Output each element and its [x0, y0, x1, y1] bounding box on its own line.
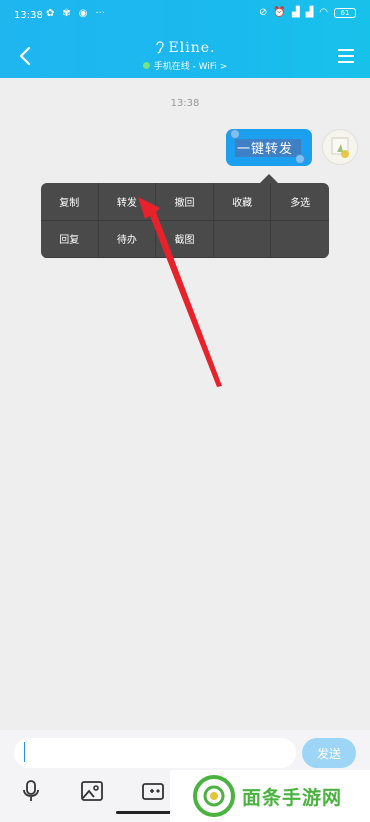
send-button[interactable]: 发送 [302, 738, 356, 768]
chat-title-area[interactable]: Eline. 手机在线 - WiFi > [0, 40, 370, 72]
wifi-icon: ◠ [319, 7, 328, 18]
mute-icon: ⊘ [259, 7, 268, 18]
notification-icons: ✿ ✾ ◉ ··· [46, 8, 105, 19]
menu-item-reply[interactable]: 回复 [41, 220, 99, 258]
chat-header: 13:38 ✿ ✾ ◉ ··· ⊘ ⏰ ▟ ▟ ◠ 61 Eline. 手机在线… [0, 0, 370, 78]
contact-name: Eline. [168, 40, 216, 56]
microphone-icon[interactable] [19, 779, 43, 803]
avatar[interactable] [322, 129, 358, 165]
message-text[interactable]: 一键转发 [237, 138, 293, 157]
menu-item-favorite[interactable]: 收藏 [213, 183, 272, 221]
menu-item-copy[interactable]: 复制 [41, 183, 99, 221]
watermark-text: 面条手游网 [242, 786, 343, 809]
message-context-menu: 复制 转发 撤回 收藏 多选 回复 待办 截图 [41, 183, 329, 258]
menu-item-todo[interactable]: 待办 [98, 220, 157, 258]
menu-item-empty [271, 221, 329, 258]
message-bubble[interactable]: 一键转发 [226, 129, 312, 166]
signal-icon: ▟ [291, 7, 300, 18]
system-icons: ⊘ ⏰ ▟ ▟ ◠ 61 [259, 7, 356, 18]
image-icon[interactable] [80, 779, 104, 803]
app-notification-icon: ✿ [46, 8, 55, 19]
app-notification-icon: ✾ [62, 8, 71, 19]
menu-item-forward[interactable]: 转发 [98, 183, 157, 221]
avatar-image [331, 137, 349, 158]
selection-handle-end[interactable] [295, 154, 305, 164]
app-notification-icon: ◉ [78, 8, 88, 19]
menu-button[interactable] [336, 46, 356, 66]
watermark: 面条手游网 [170, 770, 370, 822]
camera-icon[interactable] [141, 779, 165, 803]
online-status: 手机在线 - WiFi > [0, 59, 370, 72]
message-input[interactable] [14, 738, 296, 768]
message-timestamp: 13:38 [170, 98, 200, 109]
ear-icon [155, 41, 164, 54]
status-bar: 13:38 ✿ ✾ ◉ ··· ⊘ ⏰ ▟ ▟ ◠ 61 [0, 0, 370, 32]
signal-icon: ▟ [305, 7, 314, 18]
more-notifications: ··· [95, 8, 106, 19]
battery-icon: 61 [334, 7, 356, 18]
alarm-icon: ⏰ [273, 7, 286, 18]
chevron-right-icon: > [219, 62, 228, 72]
menu-item-empty [213, 220, 272, 258]
menu-caret [260, 174, 278, 183]
text-cursor [24, 742, 25, 762]
selection-handle-start[interactable] [230, 129, 240, 139]
menu-item-screenshot[interactable]: 截图 [156, 220, 214, 258]
menu-item-multiselect[interactable]: 多选 [271, 183, 329, 221]
watermark-logo [193, 775, 235, 817]
status-time: 13:38 [14, 10, 43, 21]
annotation-arrow [138, 197, 222, 387]
message-input-bar: 发送 [0, 730, 370, 775]
menu-item-recall[interactable]: 撤回 [156, 183, 214, 221]
online-dot-icon [142, 62, 150, 69]
